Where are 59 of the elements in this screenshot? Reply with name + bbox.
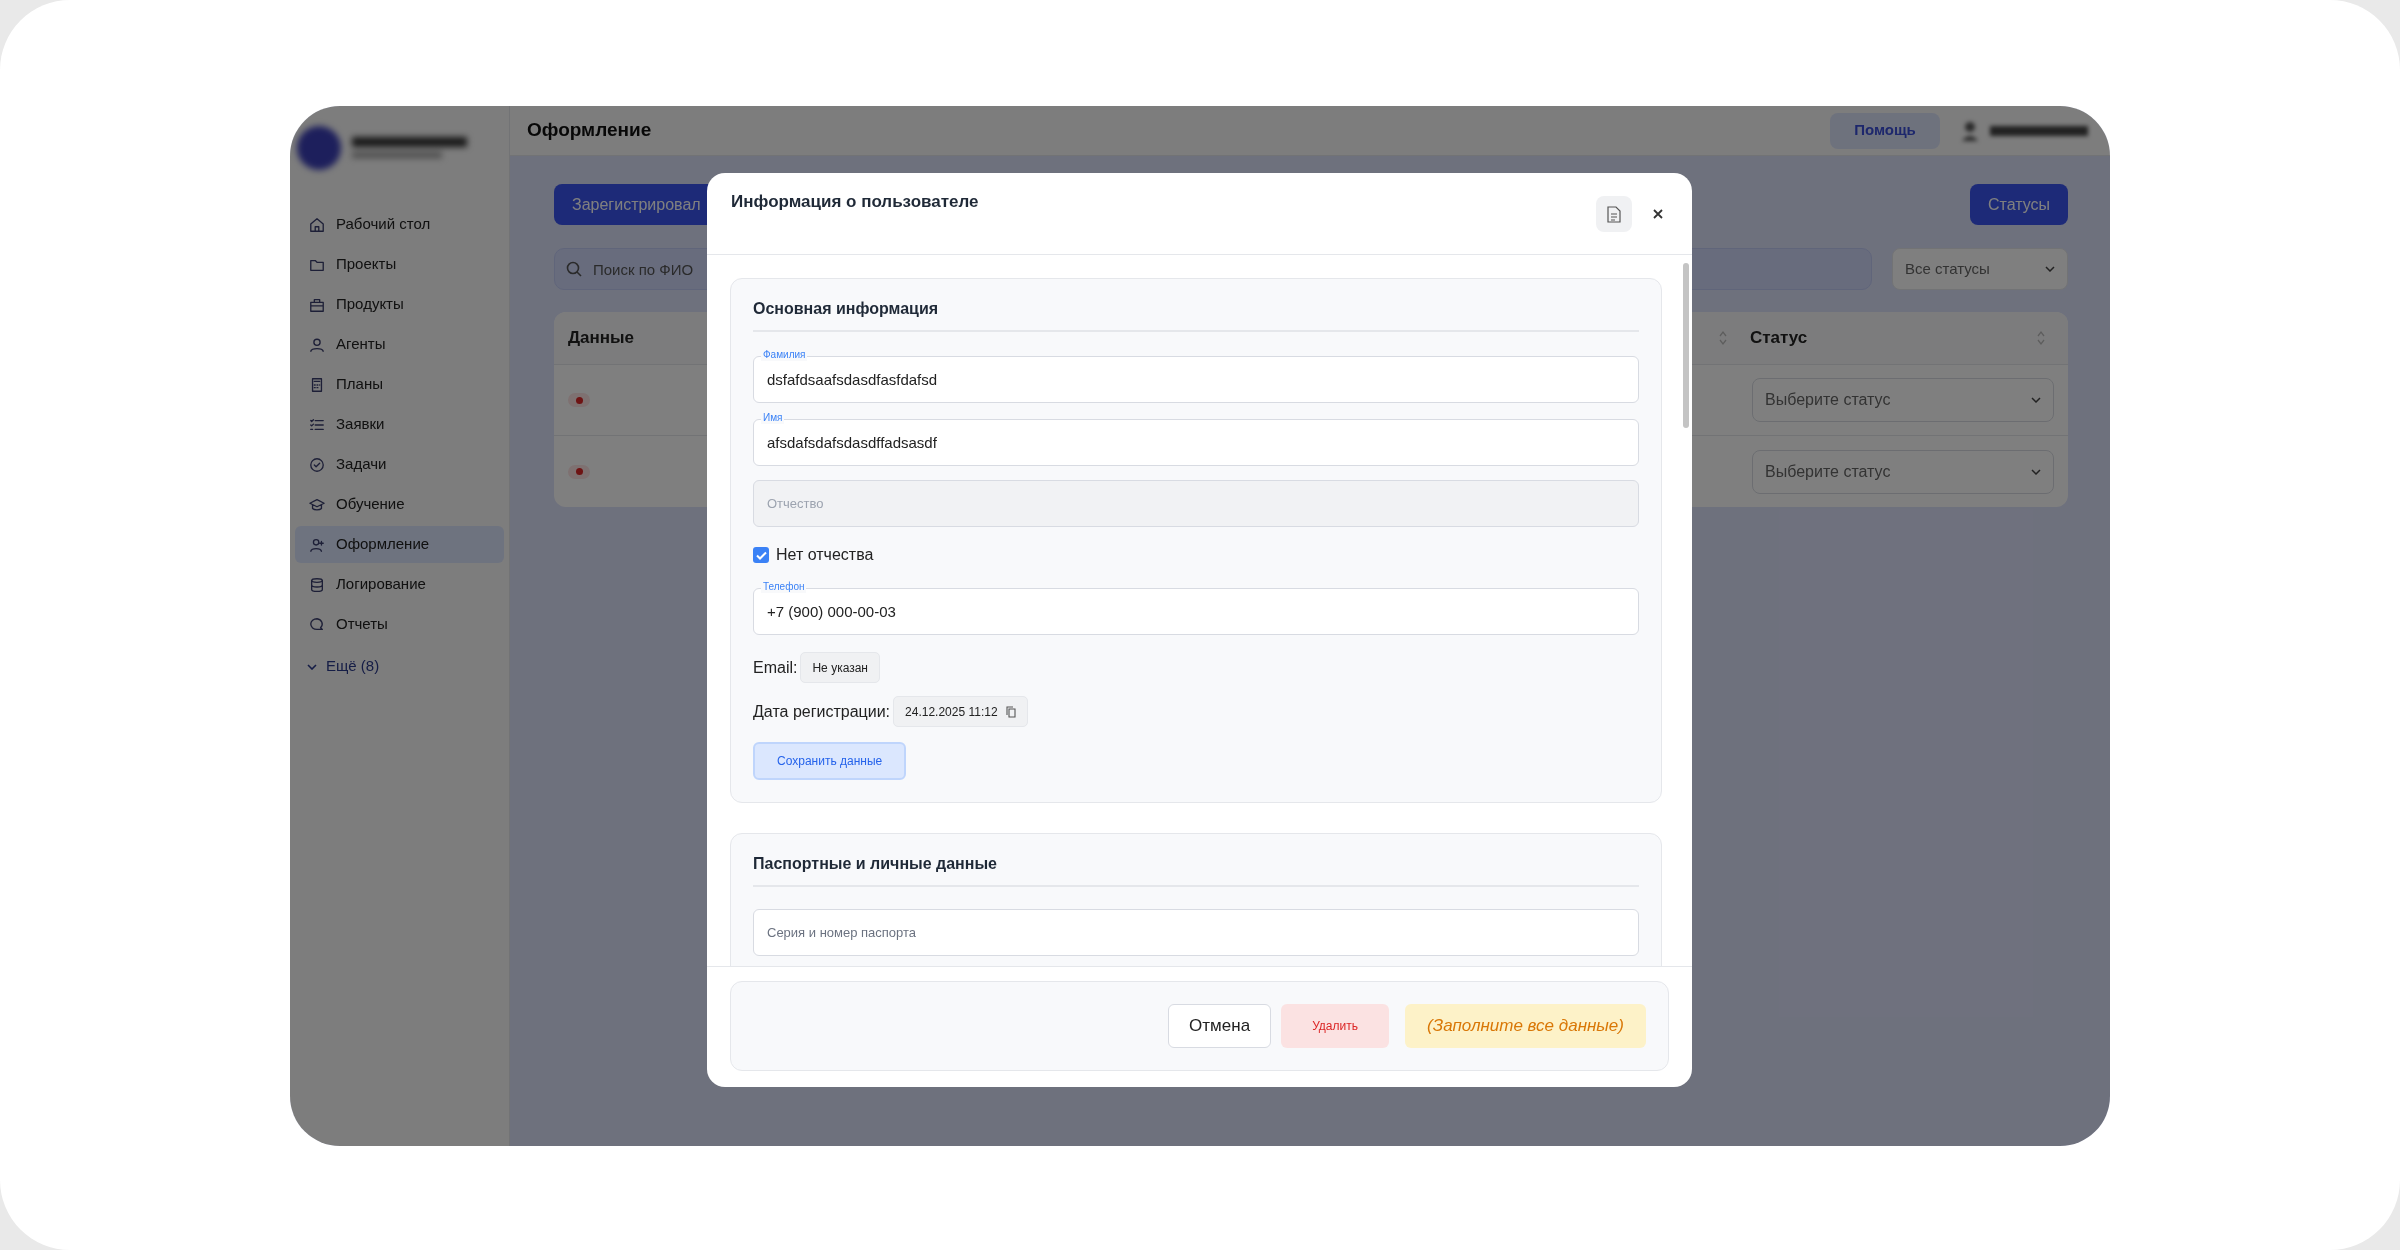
chevron-icon — [2045, 266, 2055, 272]
copy-icon[interactable] — [1005, 705, 1016, 718]
user-icon — [309, 336, 325, 353]
sidebar-item[interactable]: Продукты — [295, 286, 504, 323]
document-icon — [1607, 205, 1621, 223]
save-button[interactable]: Сохранить данные — [753, 742, 907, 780]
chevron-icon — [2031, 397, 2041, 403]
chevron-icon — [2031, 468, 2041, 475]
dialog-title: Информация о пользователе — [731, 191, 979, 213]
input-field[interactable]: Серия и номер паспорта — [753, 909, 1639, 956]
list-icon — [309, 416, 325, 433]
chevron-icon — [307, 663, 317, 670]
fill-all-data-button[interactable]: (Заполните все данные) — [1405, 1004, 1646, 1048]
info-label: Дата регистрации: — [753, 701, 891, 722]
sidebar-item[interactable]: Планы — [295, 366, 504, 403]
chat-icon — [309, 616, 325, 633]
statuses-button[interactable]: Статусы — [1969, 184, 2068, 225]
info-label: Email: — [753, 657, 798, 678]
close-icon — [1653, 209, 1663, 219]
cancel-button[interactable]: Отмена — [1168, 1004, 1272, 1048]
graduation-cap-icon — [309, 496, 325, 513]
document-button[interactable] — [1596, 196, 1632, 232]
sidebar-item[interactable]: Логирование — [295, 566, 504, 603]
help-button[interactable]: Помощь — [1830, 112, 1940, 149]
sidebar-item[interactable]: Агенты — [295, 326, 504, 363]
column-header[interactable]: Статус — [1750, 325, 1808, 351]
scrollbar[interactable] — [1683, 263, 1689, 428]
field-label: Имя — [761, 412, 785, 424]
sidebar-item[interactable]: Обучение — [295, 486, 504, 523]
database-icon — [309, 576, 325, 593]
sidebar-item[interactable]: Отчеты — [295, 606, 504, 643]
status-select[interactable]: Выберите статус — [1752, 378, 2054, 422]
column-header[interactable]: Данные — [568, 325, 635, 351]
sidebar-item[interactable]: Задачи — [295, 446, 504, 483]
field-label: Телефон — [761, 581, 807, 593]
value-chip: Не указан — [800, 652, 880, 683]
page-title: Оформление — [527, 118, 652, 143]
status-filter[interactable]: Все статусы — [1892, 248, 2068, 290]
sidebar-item[interactable]: Заявки — [295, 406, 504, 443]
sidebar-item[interactable]: Оформление — [295, 526, 504, 563]
delete-button[interactable]: Удалить — [1281, 1004, 1390, 1048]
section-title: Паспортные и личные данные — [753, 855, 997, 872]
section-title: Основная информация — [753, 300, 939, 317]
status-select[interactable]: Выберите статус — [1752, 449, 2054, 494]
calculator-icon — [309, 376, 325, 393]
status-indicator — [568, 464, 590, 479]
value-chip: 24.12.2025 11:12 — [893, 696, 1028, 727]
check-circle-icon — [309, 456, 325, 473]
status-indicator — [568, 393, 590, 407]
more-link[interactable]: Ещё (8) — [295, 648, 504, 685]
sidebar-item[interactable]: Рабочий стол — [295, 206, 504, 243]
home-icon — [309, 216, 325, 233]
user-plus-icon — [309, 536, 325, 553]
checkbox[interactable] — [753, 547, 769, 563]
field-label: Фамилия — [761, 349, 808, 361]
search-icon — [566, 261, 582, 277]
sidebar-item[interactable]: Проекты — [295, 246, 504, 283]
checkbox-label: Нет отчества — [776, 545, 874, 565]
briefcase-icon — [309, 296, 325, 313]
